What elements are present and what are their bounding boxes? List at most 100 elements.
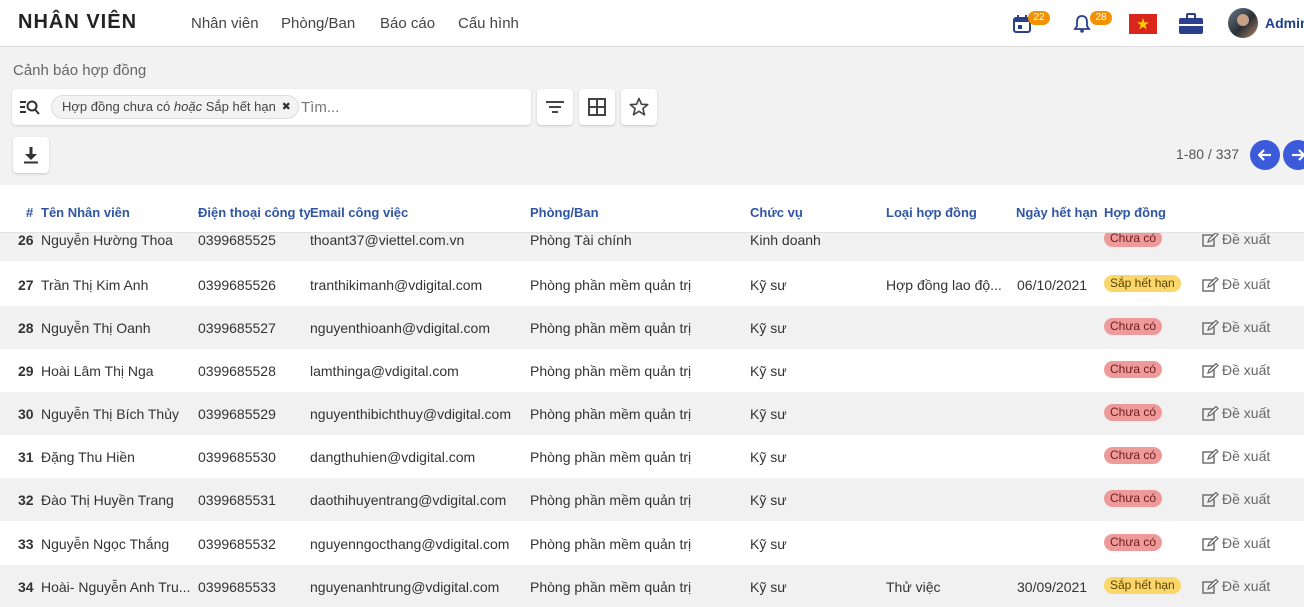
employee-table: # Tên Nhân viên Điện thoại công ty Email… (0, 185, 1304, 607)
menu-nhan-vien[interactable]: Nhân viên (191, 15, 259, 32)
column-header-phone[interactable]: Điện thoại công ty (198, 205, 311, 220)
propose-button[interactable]: Đề xuất (1202, 535, 1270, 551)
cell-department: Phòng Tài chính (530, 232, 632, 248)
propose-button[interactable]: Đề xuất (1202, 319, 1270, 335)
cell-email: daothihuyentrang@vdigital.com (310, 492, 507, 508)
cell-email: dangthuhien@vdigital.com (310, 449, 476, 465)
column-header-position[interactable]: Chức vụ (750, 205, 803, 220)
cell-department: Phòng phần mềm quản trị (530, 492, 692, 508)
filter-button[interactable] (537, 89, 573, 125)
table-row[interactable]: 33 Nguyễn Ngọc Thắng 0399685532 nguyenngoct… (0, 522, 1304, 565)
propose-button[interactable]: Đề xuất (1202, 231, 1270, 247)
table-row[interactable]: 27 Trần Thị Kim Anh 0399685526 tranthikiman… (0, 263, 1304, 306)
cell-position: Kỹ sư (750, 363, 787, 379)
table-row[interactable]: 31 Đặng Thu Hiền 0399685530 dangthuhien@vdi… (0, 435, 1304, 478)
cell-position: Kỹ sư (750, 536, 787, 552)
search-icon[interactable] (20, 98, 40, 116)
pager-previous-button[interactable] (1250, 140, 1280, 170)
status-badge: Chưa có (1104, 490, 1163, 507)
filter-facet[interactable]: Hợp đồng chưa có hoặc Sắp hết hạn ✖ (51, 95, 299, 119)
cell-name: Đặng Thu Hiền (41, 449, 135, 465)
group-by-button[interactable] (579, 89, 615, 125)
cell-name: Trần Thị Kim Anh (41, 277, 149, 293)
cell-index: 33 (18, 536, 34, 552)
propose-label: Đề xuất (1222, 405, 1271, 421)
table-row[interactable]: 34 Hoài- Nguyễn Anh Tru... 0399685533 nguye… (0, 565, 1304, 607)
table-row[interactable]: 28 Nguyễn Thị Oanh 0399685527 nguyenthioanh… (0, 306, 1304, 349)
arrow-right-icon (1292, 149, 1304, 161)
propose-button[interactable]: Đề xuất (1202, 578, 1270, 594)
app-brand[interactable]: NHÂN VIÊN (18, 11, 137, 34)
cell-index: 30 (18, 406, 34, 422)
propose-label: Đề xuất (1222, 231, 1271, 247)
column-header-contract[interactable]: Hợp đồng (1104, 205, 1166, 220)
cell-name: Hoài Lâm Thị Nga (41, 363, 154, 379)
propose-button[interactable]: Đề xuất (1202, 448, 1270, 464)
user-name[interactable]: Admin (1265, 15, 1304, 31)
column-header-contract-type[interactable]: Loại hợp đồng (886, 205, 977, 220)
notification-badge: 28 (1090, 11, 1112, 25)
cell-department: Phòng phần mềm quản trị (530, 277, 692, 293)
grid-icon (588, 98, 606, 116)
favorites-button[interactable] (621, 89, 657, 125)
calendar-badge: 22 (1028, 11, 1050, 25)
cell-phone: 0399685529 (198, 406, 276, 422)
propose-button[interactable]: Đề xuất (1202, 362, 1270, 378)
propose-label: Đề xuất (1222, 319, 1271, 335)
search-bar: Hợp đồng chưa có hoặc Sắp hết hạn ✖ (12, 89, 531, 125)
propose-label: Đề xuất (1222, 535, 1271, 551)
cell-position: Kỹ sư (750, 492, 787, 508)
cell-index: 31 (18, 449, 34, 465)
menu-cau-hinh[interactable]: Cấu hình (458, 15, 519, 32)
cell-department: Phòng phần mềm quản trị (530, 449, 692, 465)
menu-phong-ban[interactable]: Phòng/Ban (281, 15, 355, 32)
cell-phone: 0399685526 (198, 277, 276, 293)
cell-phone: 0399685527 (198, 320, 276, 336)
propose-label: Đề xuất (1222, 276, 1271, 292)
cell-name: Đào Thị Huyền Trang (41, 492, 174, 508)
column-header-expiry[interactable]: Ngày hết hạn (1016, 205, 1098, 220)
breadcrumb: Cảnh báo hợp đồng (13, 62, 147, 79)
download-button[interactable] (13, 137, 49, 173)
propose-label: Đề xuất (1222, 362, 1271, 378)
avatar[interactable] (1228, 8, 1258, 38)
status-badge: Sắp hết hạn (1104, 275, 1181, 292)
propose-label: Đề xuất (1222, 448, 1271, 464)
edit-icon (1202, 491, 1219, 507)
cell-position: Kỹ sư (750, 449, 787, 465)
column-header-email[interactable]: Email công việc (310, 205, 408, 220)
cell-email: lamthinga@vdigital.com (310, 363, 459, 379)
cell-position: Kỹ sư (750, 579, 787, 595)
propose-button[interactable]: Đề xuất (1202, 276, 1270, 292)
cell-position: Kỹ sư (750, 406, 787, 422)
cell-name: Nguyễn Ngọc Thắng (41, 536, 170, 552)
cell-expiry: 06/10/2021 (1017, 277, 1088, 293)
table-row[interactable]: 29 Hoài Lâm Thị Nga 0399685528 lamthinga@vd… (0, 349, 1304, 392)
table-row[interactable]: 30 Nguyễn Thị Bích Thủy 0399685529 nguyenth… (0, 392, 1304, 435)
arrow-left-icon (1258, 149, 1271, 161)
menu-bao-cao[interactable]: Báo cáo (380, 15, 435, 32)
edit-icon (1202, 276, 1219, 292)
cell-name: Nguyễn Thị Bích Thủy (41, 406, 180, 422)
facet-close-icon[interactable]: ✖ (282, 96, 291, 118)
cell-phone: 0399685530 (198, 449, 276, 465)
search-input[interactable] (301, 96, 521, 118)
cell-position: Kỹ sư (750, 320, 787, 336)
status-badge: Chưa có (1104, 534, 1163, 551)
propose-button[interactable]: Đề xuất (1202, 491, 1270, 507)
column-header-name[interactable]: Tên Nhân viên (41, 205, 130, 220)
edit-icon (1202, 362, 1219, 378)
cell-email: nguyenanhtrung@vdigital.com (310, 579, 500, 595)
cell-phone: 0399685531 (198, 492, 276, 508)
vietnam-flag-icon[interactable] (1128, 10, 1158, 38)
edit-icon (1202, 448, 1219, 464)
cell-expiry: 30/09/2021 (1017, 579, 1088, 595)
cell-phone: 0399685525 (198, 232, 276, 248)
column-header-department[interactable]: Phòng/Ban (530, 205, 599, 220)
propose-button[interactable]: Đề xuất (1202, 405, 1270, 421)
pager-value[interactable]: 1-80 / 337 (1176, 146, 1239, 162)
pager-next-button[interactable] (1283, 140, 1304, 170)
table-row[interactable]: 32 Đào Thị Huyền Trang 0399685531 daothihuy… (0, 478, 1304, 521)
column-header-index[interactable]: # (26, 205, 33, 220)
briefcase-icon[interactable] (1176, 10, 1206, 38)
